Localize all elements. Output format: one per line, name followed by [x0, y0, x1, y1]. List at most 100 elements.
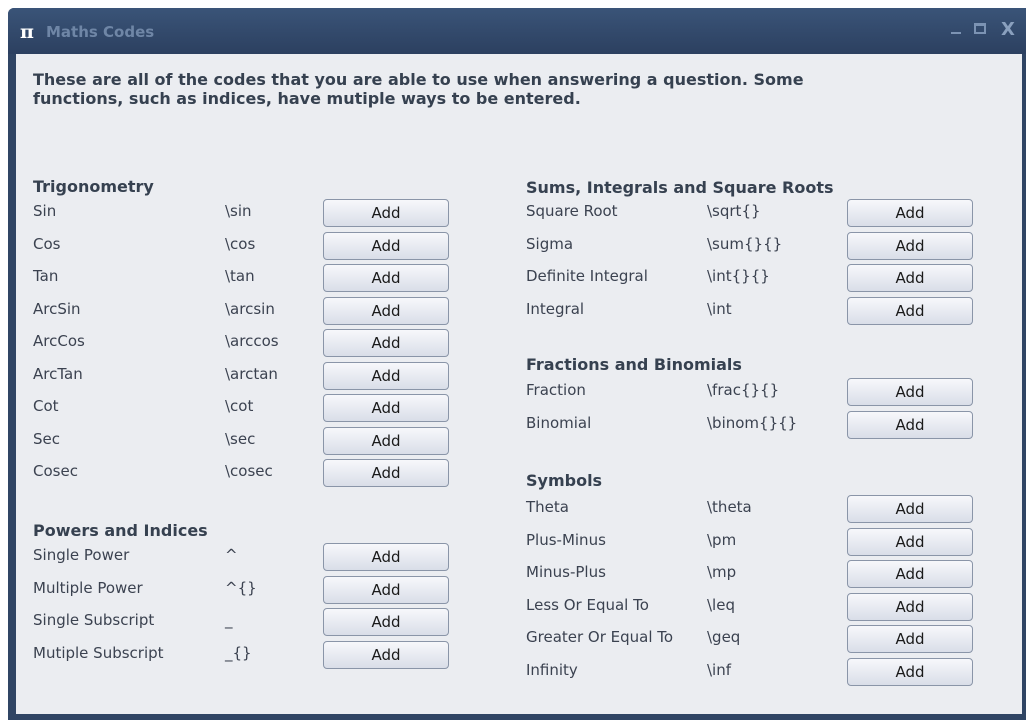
code-value: \arcsin: [225, 299, 275, 318]
code-row: Binomial \binom{}{} Add: [526, 410, 986, 441]
code-value: \theta: [707, 498, 752, 516]
code-label: Minus-Plus: [526, 563, 606, 581]
section-heading-powers: Powers and Indices: [33, 521, 208, 540]
code-value: \int: [707, 299, 732, 318]
code-value: \cosec: [225, 462, 273, 480]
code-row: Cosec \cosec Add: [33, 459, 493, 489]
section-heading-sums: Sums, Integrals and Square Roots: [526, 178, 834, 197]
code-label: ArcCos: [33, 332, 85, 350]
code-value: _{}: [225, 643, 252, 662]
code-value: \sum{}{}: [707, 234, 783, 253]
code-value: \frac{}{}: [707, 381, 780, 399]
code-value: \arctan: [225, 364, 278, 383]
code-row: Single Subscript _ Add: [33, 608, 493, 638]
code-value: \tan: [225, 267, 255, 285]
code-row: Cot \cot Add: [33, 394, 493, 424]
code-value: ^: [225, 546, 238, 564]
code-label: Definite Integral: [526, 267, 648, 285]
add-button[interactable]: Add: [847, 657, 973, 686]
code-label: Theta: [526, 498, 569, 516]
add-button[interactable]: Add: [323, 361, 449, 390]
add-button[interactable]: Add: [847, 378, 973, 406]
code-label: Infinity: [526, 660, 578, 679]
code-value: \cot: [225, 397, 254, 415]
code-label: Cosec: [33, 462, 78, 480]
code-row: Integral \int Add: [526, 296, 986, 327]
code-row: Single Power ^ Add: [33, 543, 493, 573]
add-button[interactable]: Add: [847, 495, 973, 523]
code-row: ArcCos \arccos Add: [33, 329, 493, 359]
code-row: Sigma \sum{}{} Add: [526, 231, 986, 262]
add-button[interactable]: Add: [847, 231, 973, 260]
code-row: Square Root \sqrt{} Add: [526, 199, 986, 229]
code-label: Fraction: [526, 381, 586, 399]
maths-codes-window: π Maths Codes X These are all of the cod…: [8, 8, 1026, 720]
add-button[interactable]: Add: [323, 608, 449, 636]
code-label: ArcSin: [33, 299, 81, 318]
code-row: Less Or Equal To \leq Add: [526, 592, 986, 623]
add-button[interactable]: Add: [323, 296, 449, 325]
add-button[interactable]: Add: [847, 199, 973, 227]
code-label: Single Power: [33, 546, 130, 564]
code-row: ArcTan \arctan Add: [33, 361, 493, 392]
code-label: Cot: [33, 397, 59, 415]
code-row: Sin \sin Add: [33, 199, 493, 229]
code-value: \sin: [225, 202, 252, 220]
code-value: ^{}: [225, 578, 257, 597]
add-button[interactable]: Add: [847, 592, 973, 621]
code-label: Sec: [33, 429, 60, 448]
code-value: \inf: [707, 660, 732, 679]
code-row: Fraction \frac{}{} Add: [526, 378, 986, 408]
code-label: Square Root: [526, 202, 618, 220]
minimize-icon[interactable]: [946, 20, 966, 40]
code-label: Tan: [33, 267, 59, 285]
code-label: Greater Or Equal To: [526, 628, 674, 646]
code-value: \pm: [707, 530, 737, 549]
add-button[interactable]: Add: [323, 543, 449, 571]
intro-text: These are all of the codes that you are …: [33, 70, 804, 108]
window-title: Maths Codes: [46, 23, 155, 41]
add-button[interactable]: Add: [847, 527, 973, 556]
add-button[interactable]: Add: [847, 410, 973, 439]
add-button[interactable]: Add: [847, 264, 973, 292]
add-button[interactable]: Add: [323, 264, 449, 292]
code-row: Greater Or Equal To \geq Add: [526, 625, 986, 655]
close-icon[interactable]: X: [998, 20, 1018, 40]
add-button[interactable]: Add: [323, 459, 449, 487]
code-value: \mp: [707, 563, 737, 581]
add-button[interactable]: Add: [323, 640, 449, 669]
section-heading-symbols: Symbols: [526, 471, 603, 490]
code-row: Mutiple Subscript _{} Add: [33, 640, 493, 671]
code-row: ArcSin \arcsin Add: [33, 296, 493, 327]
add-button[interactable]: Add: [323, 575, 449, 604]
code-value: \sec: [225, 429, 256, 448]
dialog-content: These are all of the codes that you are …: [16, 54, 1022, 714]
code-label: Mutiple Subscript: [33, 643, 164, 662]
code-value: \leq: [707, 595, 735, 614]
code-label: ArcTan: [33, 364, 83, 383]
maximize-icon[interactable]: [971, 20, 991, 40]
code-label: Single Subscript: [33, 611, 155, 629]
code-value: \int{}{}: [707, 267, 770, 285]
code-row: Minus-Plus \mp Add: [526, 560, 986, 590]
code-row: Multiple Power ^{} Add: [33, 575, 493, 606]
add-button[interactable]: Add: [847, 560, 973, 588]
add-button[interactable]: Add: [847, 625, 973, 653]
add-button[interactable]: Add: [323, 199, 449, 227]
code-value: \geq: [707, 628, 741, 646]
code-value: \binom{}{}: [707, 413, 798, 432]
pi-icon: π: [20, 21, 34, 43]
add-button[interactable]: Add: [323, 329, 449, 357]
code-value: \sqrt{}: [707, 202, 761, 220]
add-button[interactable]: Add: [323, 426, 449, 455]
code-label: Multiple Power: [33, 578, 143, 597]
section-heading-fractions: Fractions and Binomials: [526, 355, 742, 374]
code-row: Theta \theta Add: [526, 495, 986, 525]
add-button[interactable]: Add: [323, 231, 449, 260]
code-row: Definite Integral \int{}{} Add: [526, 264, 986, 294]
add-button[interactable]: Add: [323, 394, 449, 422]
title-bar[interactable]: π Maths Codes X: [8, 8, 1026, 54]
add-button[interactable]: Add: [847, 296, 973, 325]
code-label: Integral: [526, 299, 585, 318]
code-row: Plus-Minus \pm Add: [526, 527, 986, 558]
